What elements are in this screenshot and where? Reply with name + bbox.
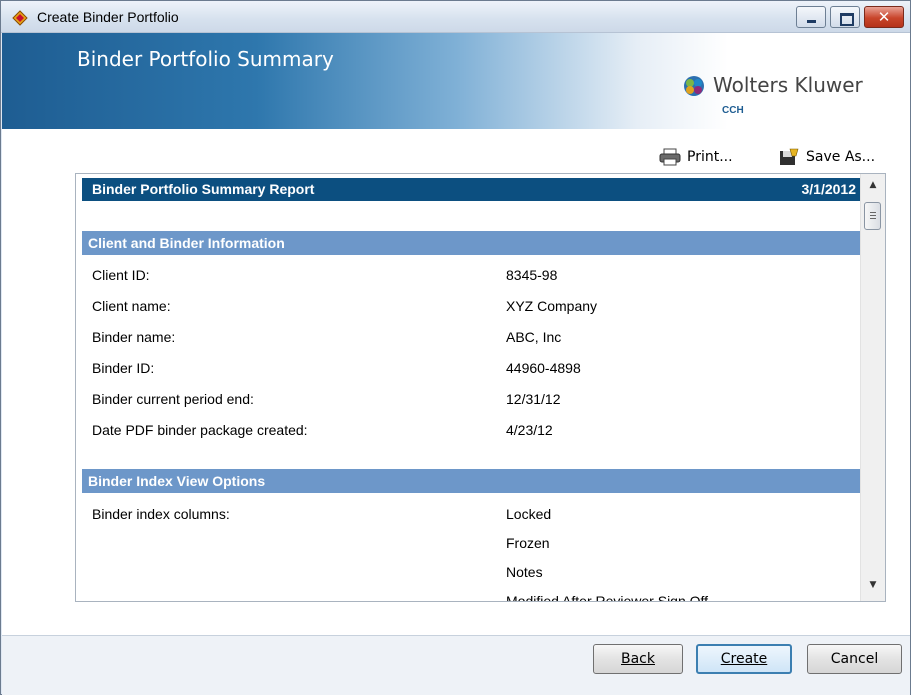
report-title: Binder Portfolio Summary Report bbox=[92, 181, 315, 197]
row-value: 8345-98 bbox=[506, 267, 558, 283]
scroll-down-icon[interactable]: ▼ bbox=[865, 580, 881, 594]
cancel-label: Cancel bbox=[830, 651, 879, 667]
report-viewer[interactable]: Binder Portfolio Summary Report 3/1/2012… bbox=[75, 173, 886, 602]
save-as-label: Save As... bbox=[806, 149, 876, 165]
window-title: Create Binder Portfolio bbox=[37, 9, 179, 25]
row-value: ABC, Inc bbox=[506, 329, 562, 345]
save-as-icon bbox=[780, 148, 799, 165]
row-value: Notes bbox=[506, 564, 543, 580]
save-as-button[interactable]: Save As... bbox=[778, 147, 875, 167]
row-label: Binder name: bbox=[92, 329, 176, 345]
dialog-window: Create Binder Portfolio ✕ Binder Portfol… bbox=[0, 0, 911, 695]
report-date: 3/1/2012 bbox=[801, 181, 857, 197]
page-title: Binder Portfolio Summary bbox=[77, 47, 334, 71]
row-value: Modified After Reviewer Sign Off bbox=[506, 593, 709, 602]
section-title: Client and Binder Information bbox=[88, 235, 285, 251]
scroll-thumb[interactable] bbox=[864, 202, 881, 230]
logo-subtext: CCH bbox=[722, 105, 744, 116]
minimize-button[interactable] bbox=[796, 6, 826, 28]
close-button[interactable]: ✕ bbox=[864, 6, 904, 28]
cancel-button[interactable]: Cancel bbox=[807, 644, 902, 674]
maximize-button[interactable] bbox=[830, 6, 860, 28]
logo-text: Wolters Kluwer bbox=[713, 73, 863, 97]
section-header: Client and Binder Information bbox=[82, 231, 862, 255]
app-icon bbox=[12, 10, 28, 26]
row-value: 12/31/12 bbox=[506, 391, 561, 407]
wolters-kluwer-logo-icon bbox=[684, 76, 704, 96]
scroll-up-icon[interactable]: ▲ bbox=[865, 180, 881, 194]
close-icon: ✕ bbox=[877, 8, 891, 26]
row-value: Locked bbox=[506, 506, 552, 522]
row-value: 44960-4898 bbox=[506, 360, 581, 376]
vertical-scrollbar[interactable]: ▲ ▼ bbox=[860, 174, 885, 601]
row-label: Client name: bbox=[92, 298, 171, 314]
row-label: Client ID: bbox=[92, 267, 150, 283]
row-value: XYZ Company bbox=[506, 298, 598, 314]
section-title: Binder Index View Options bbox=[88, 473, 266, 489]
row-value: 4/23/12 bbox=[506, 422, 553, 438]
row-label: Binder ID: bbox=[92, 360, 155, 376]
printer-icon bbox=[659, 148, 681, 166]
section-header: Binder Index View Options bbox=[82, 469, 862, 493]
print-label: Print... bbox=[687, 149, 733, 165]
back-button[interactable]: Back bbox=[593, 644, 683, 674]
row-value: Frozen bbox=[506, 535, 550, 551]
create-button[interactable]: Create bbox=[696, 644, 792, 674]
title-bar[interactable]: Create Binder Portfolio ✕ bbox=[1, 1, 910, 33]
report-header: Binder Portfolio Summary Report 3/1/2012 bbox=[82, 178, 862, 201]
print-button[interactable]: Print... bbox=[659, 147, 733, 167]
row-label: Binder current period end: bbox=[92, 391, 254, 407]
row-label: Date PDF binder package created: bbox=[92, 422, 308, 438]
row-label: Binder index columns: bbox=[92, 506, 230, 522]
back-label: Back bbox=[621, 651, 655, 667]
create-label: Create bbox=[720, 651, 768, 667]
